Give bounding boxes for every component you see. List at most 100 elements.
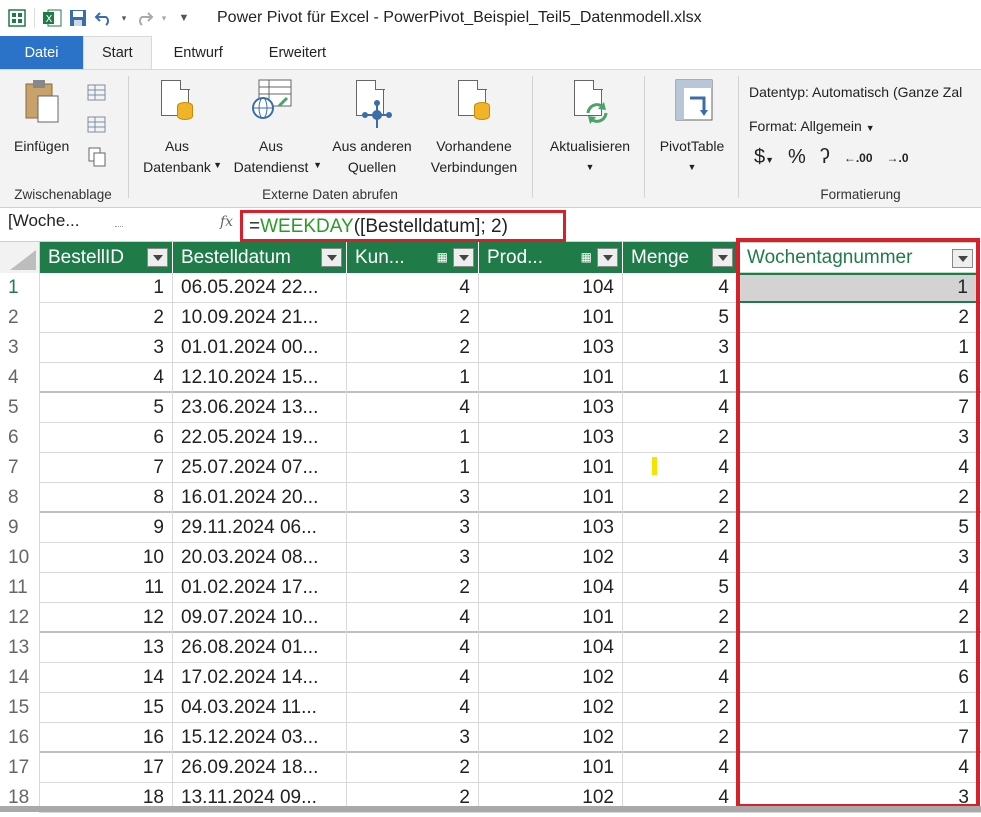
currency-format-button[interactable]: $▼ — [754, 146, 774, 169]
cell-bestellid[interactable]: 6 — [40, 423, 173, 453]
cell-menge[interactable]: 5 — [623, 573, 738, 603]
cell-kunde[interactable]: 1 — [347, 363, 479, 393]
cell-produkt[interactable]: 101 — [479, 483, 623, 513]
table-row[interactable]: 11 11 01.02.2024 17... 2 104 5 4 — [0, 573, 981, 603]
column-header-bestellid[interactable]: BestellID — [40, 242, 173, 273]
row-number[interactable]: 13 — [0, 633, 40, 663]
cell-wochentagnummer[interactable]: 7 — [738, 393, 978, 423]
cell-bestellid[interactable]: 1 — [40, 273, 173, 303]
percent-format-button[interactable]: % — [788, 146, 806, 169]
cell-produkt[interactable]: 103 — [479, 333, 623, 363]
increase-decimal-button[interactable]: ←.00 — [844, 151, 873, 165]
cell-menge[interactable]: 2 — [623, 693, 738, 723]
thousands-separator-button[interactable]: ʔ — [820, 146, 830, 169]
undo-dropdown-icon[interactable]: ▾ — [119, 7, 129, 29]
column-header-produkt[interactable]: Prod... ▦ — [479, 242, 623, 273]
undo-icon[interactable] — [93, 7, 115, 29]
cell-kunde[interactable]: 4 — [347, 603, 479, 633]
cell-bestellid[interactable]: 7 — [40, 453, 173, 483]
table-row[interactable]: 5 5 23.06.2024 13... 4 103 4 7 — [0, 393, 981, 423]
cell-produkt[interactable]: 102 — [479, 693, 623, 723]
cell-menge[interactable]: 4 — [623, 753, 738, 783]
cell-menge[interactable]: 2 — [623, 723, 738, 753]
row-number[interactable]: 11 — [0, 573, 40, 603]
cell-wochentagnummer[interactable]: 3 — [738, 543, 978, 573]
cell-wochentagnummer[interactable]: 7 — [738, 723, 978, 753]
decrease-decimal-button[interactable]: →.0 — [887, 151, 909, 165]
cell-bestellid[interactable]: 2 — [40, 303, 173, 333]
row-number[interactable]: 14 — [0, 663, 40, 693]
copy-table-icon[interactable] — [86, 82, 108, 104]
cell-menge[interactable]: 5 — [623, 303, 738, 333]
cell-produkt[interactable]: 103 — [479, 393, 623, 423]
row-number[interactable]: 4 — [0, 363, 40, 393]
cell-bestelldatum[interactable]: 26.09.2024 18... — [173, 753, 347, 783]
cell-produkt[interactable]: 101 — [479, 363, 623, 393]
cell-bestelldatum[interactable]: 10.09.2024 21... — [173, 303, 347, 333]
from-database-button[interactable]: Aus Datenbank ▼ — [136, 78, 222, 178]
row-number[interactable]: 6 — [0, 423, 40, 453]
table-row[interactable]: 16 16 15.12.2024 03... 3 102 2 7 — [0, 723, 981, 753]
table-row[interactable]: 9 9 29.11.2024 06... 3 103 2 5 — [0, 513, 981, 543]
cell-kunde[interactable]: 3 — [347, 513, 479, 543]
cell-bestellid[interactable]: 11 — [40, 573, 173, 603]
format-dropdown[interactable]: Format: Allgemein ▼ — [749, 118, 875, 134]
table-row[interactable]: 1 1 06.05.2024 22... 4 104 4 1 — [0, 273, 981, 303]
table-row[interactable]: 14 14 17.02.2024 14... 4 102 4 6 — [0, 663, 981, 693]
filter-dropdown-icon[interactable] — [147, 248, 168, 267]
cell-produkt[interactable]: 102 — [479, 543, 623, 573]
refresh-button[interactable]: Aktualisieren ▼ — [542, 78, 638, 178]
row-number[interactable]: 8 — [0, 483, 40, 513]
cell-menge[interactable]: 4 — [623, 273, 738, 303]
cell-bestellid[interactable]: 10 — [40, 543, 173, 573]
cell-bestellid[interactable]: 12 — [40, 603, 173, 633]
cell-bestelldatum[interactable]: 22.05.2024 19... — [173, 423, 347, 453]
datatype-dropdown[interactable]: Datentyp: Automatisch (Ganze Zal — [749, 84, 962, 100]
cell-bestellid[interactable]: 4 — [40, 363, 173, 393]
name-box[interactable]: [Woche... — [8, 211, 80, 231]
cell-wochentagnummer[interactable]: 4 — [738, 453, 978, 483]
cell-menge[interactable]: 3 — [623, 333, 738, 363]
row-number[interactable]: 3 — [0, 333, 40, 363]
tab-erweitert[interactable]: Erweitert — [241, 36, 344, 69]
cell-kunde[interactable]: 2 — [347, 573, 479, 603]
cell-produkt[interactable]: 104 — [479, 273, 623, 303]
row-number[interactable]: 2 — [0, 303, 40, 333]
cell-bestelldatum[interactable]: 09.07.2024 10... — [173, 603, 347, 633]
table-row[interactable]: 10 10 20.03.2024 08... 3 102 4 3 — [0, 543, 981, 573]
cell-menge[interactable]: 2 — [623, 603, 738, 633]
cell-bestellid[interactable]: 14 — [40, 663, 173, 693]
row-number[interactable]: 10 — [0, 543, 40, 573]
tab-entwurf[interactable]: Entwurf — [152, 36, 241, 69]
cell-wochentagnummer[interactable]: 4 — [738, 753, 978, 783]
cell-bestelldatum[interactable]: 16.01.2024 20... — [173, 483, 347, 513]
cell-wochentagnummer[interactable]: 6 — [738, 363, 978, 393]
cell-bestelldatum[interactable]: 17.02.2024 14... — [173, 663, 347, 693]
row-number[interactable]: 17 — [0, 753, 40, 783]
cell-produkt[interactable]: 102 — [479, 663, 623, 693]
cell-kunde[interactable]: 3 — [347, 723, 479, 753]
cell-menge[interactable]: 4 — [623, 663, 738, 693]
redo-dropdown-icon[interactable]: ▾ — [159, 7, 169, 29]
pivottable-button[interactable]: PivotTable ▼ — [652, 78, 732, 178]
filter-dropdown-icon[interactable] — [321, 248, 342, 267]
cell-kunde[interactable]: 2 — [347, 753, 479, 783]
row-number[interactable]: 16 — [0, 723, 40, 753]
table-row[interactable]: 17 17 26.09.2024 18... 2 101 4 4 — [0, 753, 981, 783]
cell-wochentagnummer[interactable]: 1 — [738, 633, 978, 663]
filter-dropdown-icon[interactable] — [712, 248, 733, 267]
cell-bestellid[interactable]: 5 — [40, 393, 173, 423]
cell-kunde[interactable]: 2 — [347, 333, 479, 363]
cell-produkt[interactable]: 101 — [479, 303, 623, 333]
cell-bestellid[interactable]: 8 — [40, 483, 173, 513]
cell-bestelldatum[interactable]: 01.02.2024 17... — [173, 573, 347, 603]
column-header-bestelldatum[interactable]: Bestelldatum — [173, 242, 347, 273]
existing-connections-button[interactable]: Vorhandene Verbindungen — [424, 78, 524, 178]
column-header-wochentagnummer[interactable]: Wochentagnummer — [738, 242, 978, 273]
column-header-menge[interactable]: Menge — [623, 242, 738, 273]
cell-wochentagnummer[interactable]: 4 — [738, 573, 978, 603]
cell-menge[interactable]: 4 — [623, 543, 738, 573]
cell-kunde[interactable]: 4 — [347, 393, 479, 423]
cell-menge[interactable]: 4 — [623, 393, 738, 423]
filter-dropdown-icon[interactable] — [597, 248, 618, 267]
